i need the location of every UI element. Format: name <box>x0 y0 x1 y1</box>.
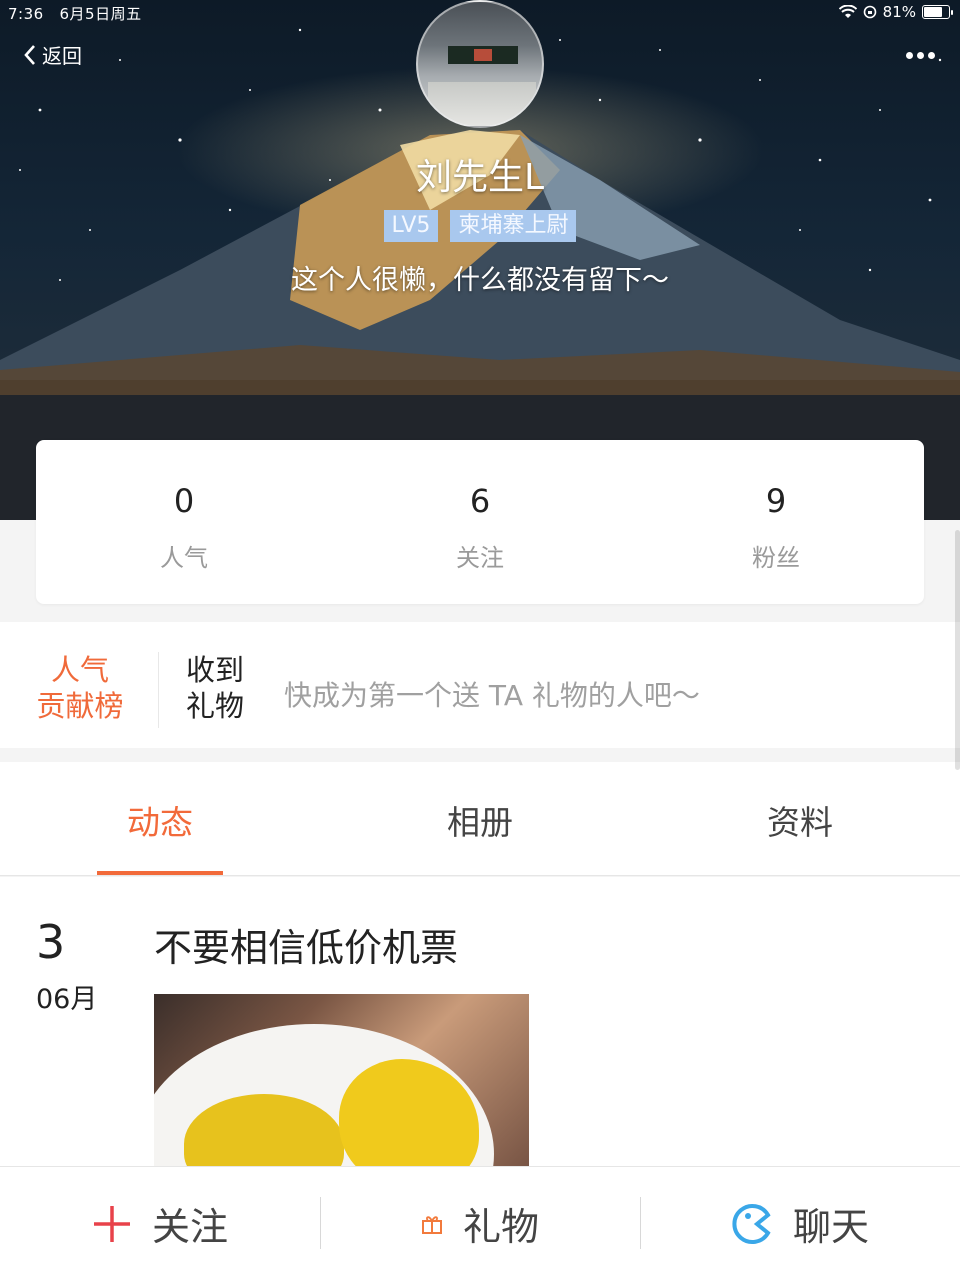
chat-bubble-icon <box>732 1203 771 1244</box>
received-label-line2: 礼物 <box>186 689 245 723</box>
wifi-icon <box>838 5 857 18</box>
rank-label-line1: 人气 <box>50 653 109 687</box>
gift-section: 人气 贡献榜 收到 礼物 快成为第一个送 TA 礼物的人吧～ <box>0 622 960 748</box>
avatar-station-sign <box>448 46 518 64</box>
stat-fans[interactable]: 9 粉丝 <box>628 440 924 604</box>
stat-popularity[interactable]: 0 人气 <box>36 440 332 604</box>
gift-button[interactable]: 礼物 <box>320 1167 640 1280</box>
status-time: 7:36 6月5日周五 <box>8 3 142 24</box>
more-options-button[interactable] <box>904 44 940 68</box>
chat-label: 聊天 <box>792 1205 869 1249</box>
tab-moments[interactable]: 动态 <box>0 762 320 875</box>
profile-signature: 这个人很懒，什么都没有留下～ <box>291 265 669 296</box>
stat-label: 粉丝 <box>752 544 800 572</box>
rank-title-badge: 柬埔寨上尉 <box>450 210 577 242</box>
level-badge: LV5 <box>383 210 439 242</box>
tab-album[interactable]: 相册 <box>320 762 640 875</box>
post-month: 06月 <box>36 984 98 1015</box>
rotation-lock-icon <box>863 5 876 19</box>
stat-following[interactable]: 6 关注 <box>332 440 628 604</box>
post-image[interactable] <box>154 994 529 1167</box>
gift-divider <box>158 652 159 728</box>
ellipsis-icon <box>906 52 913 59</box>
gift-empty-hint: 快成为第一个送 TA 礼物的人吧～ <box>284 679 700 712</box>
popularity-ranking-button[interactable]: 人气 贡献榜 <box>0 652 160 724</box>
gift-label: 礼物 <box>462 1205 539 1249</box>
gift-icon <box>421 1215 442 1234</box>
scrollbar[interactable] <box>955 530 960 770</box>
profile-tabs: 动态 相册 资料 <box>0 762 960 876</box>
status-clock: 7:36 <box>8 5 44 23</box>
back-label: 返回 <box>42 44 82 68</box>
profile-nickname: 刘先生L <box>415 157 545 198</box>
status-date: 6月5日周五 <box>59 5 142 23</box>
post-title[interactable]: 不要相信低价机票 <box>154 917 458 972</box>
back-button[interactable]: 返回 <box>22 40 82 69</box>
rank-label-line2: 贡献榜 <box>36 689 124 723</box>
plus-icon <box>93 1205 130 1242</box>
ellipsis-icon <box>917 52 924 59</box>
stat-value: 9 <box>765 482 787 520</box>
chat-button[interactable]: 聊天 <box>640 1167 960 1280</box>
received-label-line1: 收到 <box>186 653 245 687</box>
stat-label: 人气 <box>160 544 208 572</box>
stat-value: 6 <box>469 482 491 520</box>
tab-profile-info[interactable]: 资料 <box>640 762 960 875</box>
follow-label: 关注 <box>151 1205 228 1249</box>
follow-button[interactable]: 关注 <box>0 1167 320 1280</box>
received-gifts-label: 收到 礼物 <box>186 652 244 724</box>
post-day: 3 <box>36 915 66 969</box>
chevron-left-icon <box>24 44 35 65</box>
avatar-station-floor <box>428 82 536 126</box>
bottom-action-bar: 关注 礼物 聊天 <box>0 1166 960 1280</box>
battery-fill <box>924 7 942 17</box>
status-indicators: 81% <box>838 3 953 21</box>
stats-card: 0 人气 6 关注 9 粉丝 <box>36 440 924 604</box>
battery-percent: 81% <box>882 3 916 21</box>
avatar[interactable] <box>416 0 544 128</box>
stat-value: 0 <box>173 482 195 520</box>
ellipsis-icon <box>928 52 935 59</box>
stat-label: 关注 <box>456 544 504 572</box>
battery-icon <box>922 5 953 19</box>
moments-feed: 3 06月 不要相信低价机票 <box>0 877 960 1167</box>
profile-badges: LV5 柬埔寨上尉 <box>0 210 960 242</box>
